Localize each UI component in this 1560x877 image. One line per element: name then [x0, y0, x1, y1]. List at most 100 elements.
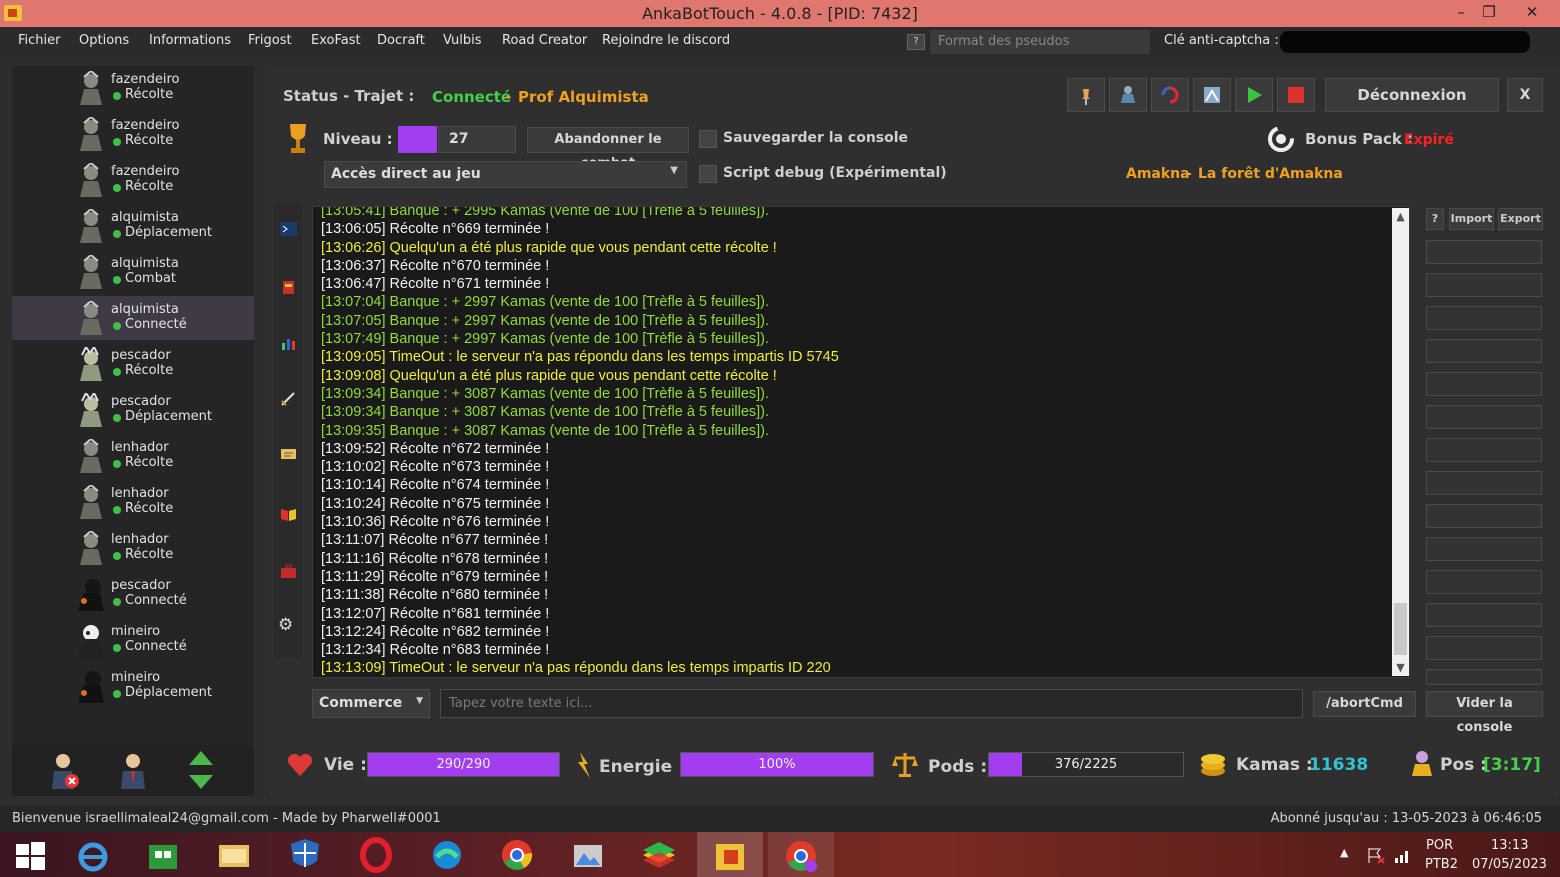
- clock-time[interactable]: 13:13: [1491, 838, 1528, 853]
- macro-slot[interactable]: [1426, 306, 1542, 330]
- keyboard-layout[interactable]: PTB2: [1425, 857, 1458, 872]
- macro-slot[interactable]: [1426, 372, 1542, 396]
- clock-date[interactable]: 07/05/2023: [1472, 857, 1547, 872]
- tray-expand-icon[interactable]: ▲: [1340, 846, 1348, 859]
- ankabot-task-active[interactable]: [697, 832, 763, 877]
- stop-button[interactable]: [1277, 78, 1315, 112]
- reorder-arrows-icon[interactable]: [184, 749, 218, 791]
- menu-exofast[interactable]: ExoFast: [311, 33, 361, 48]
- macro-slot[interactable]: [1426, 603, 1542, 627]
- scroll-down-icon[interactable]: ▼: [1392, 659, 1409, 676]
- restore-button[interactable]: ❐: [1474, 0, 1504, 27]
- menu-docraft[interactable]: Docraft: [377, 33, 425, 48]
- store-icon[interactable]: [143, 835, 183, 875]
- menu-options[interactable]: Options: [79, 33, 129, 48]
- inventory-icon[interactable]: [280, 280, 297, 294]
- macro-slot[interactable]: [1426, 240, 1542, 264]
- menu-road-creator[interactable]: Road Creator: [502, 33, 587, 48]
- macro-slot[interactable]: [1426, 438, 1542, 462]
- sword-icon[interactable]: [280, 392, 297, 406]
- import-button[interactable]: Import: [1449, 208, 1494, 230]
- macro-slot[interactable]: [1426, 471, 1542, 495]
- macro-slot[interactable]: [1426, 570, 1542, 594]
- save-console-checkbox[interactable]: [699, 130, 717, 148]
- abandon-combat-button[interactable]: Abandonner le combat: [527, 127, 689, 171]
- reload-button[interactable]: [1151, 78, 1189, 112]
- deconnexion-button[interactable]: Déconnexion: [1325, 78, 1499, 112]
- chat-input[interactable]: Tapez votre texte ici...: [440, 689, 1303, 718]
- opera-icon[interactable]: [356, 835, 396, 875]
- macro-slot[interactable]: [1426, 636, 1542, 660]
- export-button[interactable]: Export: [1498, 208, 1543, 230]
- briefcase-icon[interactable]: [280, 564, 297, 578]
- windows-start-icon[interactable]: [10, 835, 50, 875]
- account-item[interactable]: alquimista Combat: [12, 250, 254, 294]
- script-debug-checkbox[interactable]: [699, 165, 717, 183]
- flag-notification-icon[interactable]: [1366, 846, 1386, 864]
- acces-select[interactable]: Accès direct au jeu ▼: [324, 161, 687, 188]
- pseudo-format-input[interactable]: Format des pseudos: [930, 30, 1150, 54]
- character-button[interactable]: [1109, 78, 1147, 112]
- macro-slot[interactable]: [1426, 504, 1542, 528]
- minimize-button[interactable]: –: [1446, 0, 1476, 27]
- pseudo-help-button[interactable]: ?: [907, 34, 925, 50]
- account-item[interactable]: pescador Récolte: [12, 342, 254, 386]
- account-item[interactable]: mineiro Déplacement: [12, 664, 254, 708]
- account-item[interactable]: lenhador Récolte: [12, 480, 254, 524]
- macro-slot[interactable]: [1426, 339, 1542, 363]
- chrome-task-active[interactable]: [768, 832, 834, 877]
- gear-icon[interactable]: ⚙: [278, 617, 298, 634]
- pin-button[interactable]: [1067, 78, 1105, 112]
- account-item[interactable]: fazendeiro Récolte: [12, 66, 254, 110]
- network-icon[interactable]: [1393, 846, 1413, 864]
- account-item[interactable]: alquimista Déplacement: [12, 204, 254, 248]
- stats-icon[interactable]: [280, 336, 297, 350]
- account-manager-icon[interactable]: [116, 749, 150, 791]
- account-item[interactable]: mineiro Connecté: [12, 618, 254, 662]
- account-item[interactable]: fazendeiro Récolte: [12, 158, 254, 202]
- macro-slot[interactable]: [1426, 669, 1542, 685]
- file-explorer-icon[interactable]: [214, 835, 254, 875]
- abort-cmd-button[interactable]: /abortCmd: [1313, 691, 1416, 717]
- console-icon[interactable]: [280, 222, 297, 236]
- edge-icon[interactable]: [427, 835, 467, 875]
- close-account-button[interactable]: X: [1507, 78, 1543, 112]
- account-item[interactable]: lenhador Récolte: [12, 434, 254, 478]
- remove-account-icon[interactable]: [48, 749, 82, 791]
- zone-name: Amakna: [1126, 166, 1190, 182]
- account-name: alquimista: [111, 256, 179, 271]
- menu-frigost[interactable]: Frigost: [248, 33, 292, 48]
- macro-slot[interactable]: [1426, 273, 1542, 297]
- macro-slot[interactable]: [1426, 405, 1542, 429]
- close-button[interactable]: ✕: [1516, 0, 1548, 27]
- menu-vulbis[interactable]: Vulbis: [443, 33, 482, 48]
- clear-console-button[interactable]: Vider la console: [1426, 691, 1543, 735]
- menu-discord[interactable]: Rejoindre le discord: [602, 33, 730, 48]
- map-button[interactable]: [1193, 78, 1231, 112]
- menu-fichier[interactable]: Fichier: [18, 33, 61, 48]
- console-help-button[interactable]: ?: [1426, 208, 1444, 230]
- scroll-up-icon[interactable]: ▲: [1392, 208, 1409, 225]
- chat-icon[interactable]: [280, 448, 297, 462]
- account-item[interactable]: pescador Déplacement: [12, 388, 254, 432]
- image-viewer-icon[interactable]: [568, 835, 608, 875]
- captcha-key-input[interactable]: [1280, 31, 1530, 53]
- account-item-selected[interactable]: alquimista Connecté: [12, 296, 254, 340]
- account-item[interactable]: pescador Connecté: [12, 572, 254, 616]
- scroll-thumb[interactable]: [1394, 603, 1407, 655]
- language-indicator[interactable]: POR: [1426, 838, 1453, 853]
- menu-informations[interactable]: Informations: [149, 33, 231, 48]
- defender-icon[interactable]: [285, 835, 325, 875]
- character-avatar-icon: [78, 579, 104, 611]
- console-scrollbar[interactable]: ▲ ▼: [1392, 208, 1409, 676]
- account-item[interactable]: fazendeiro Récolte: [12, 112, 254, 156]
- map-book-icon[interactable]: [280, 507, 297, 521]
- accounts-list: fazendeiro Récolte fazendeiro Récolte fa…: [12, 66, 254, 796]
- chrome-icon[interactable]: [497, 835, 537, 875]
- macro-slot[interactable]: [1426, 537, 1542, 561]
- channel-select[interactable]: Commerce ▼: [312, 689, 430, 718]
- account-item[interactable]: lenhador Récolte: [12, 526, 254, 570]
- internet-explorer-icon[interactable]: [73, 835, 113, 875]
- play-button[interactable]: [1235, 78, 1273, 112]
- layers-app-icon[interactable]: [639, 835, 679, 875]
